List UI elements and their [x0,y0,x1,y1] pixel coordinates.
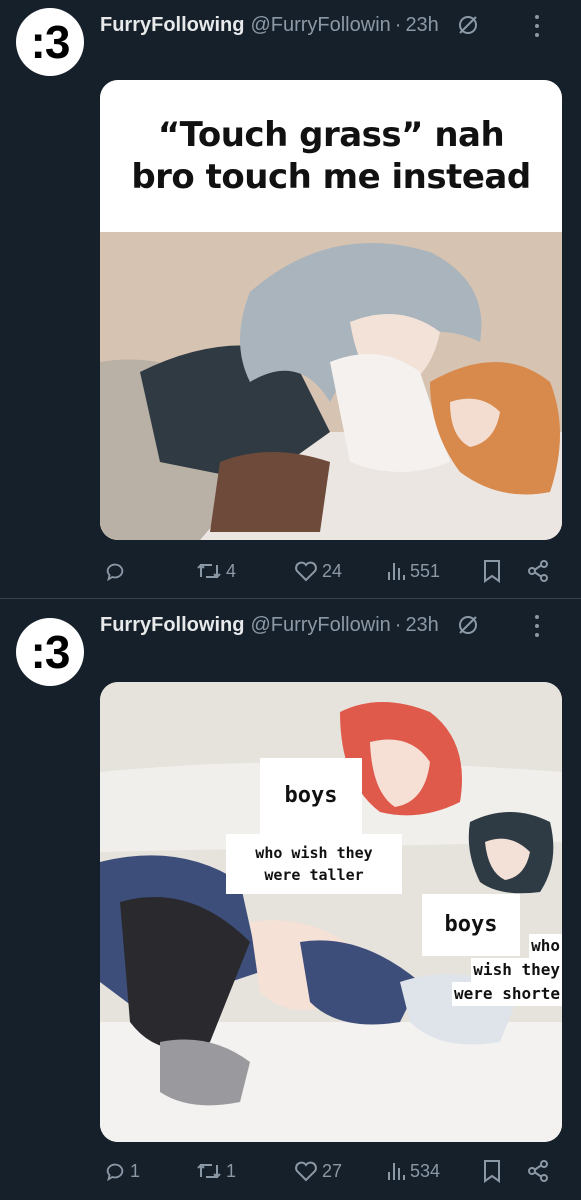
retweet-button[interactable]: 1 [196,1160,236,1182]
tweet-header: FurryFollowing @FurryFollowin · 23h [100,12,565,38]
bookmark-button[interactable] [482,1159,502,1183]
bookmark-icon [484,560,500,583]
display-name[interactable]: FurryFollowing [100,614,244,637]
meme-label-line: were taller [264,866,364,884]
tweet-actions: 4 24 551 [100,556,565,586]
meme-label: boys [260,758,362,834]
meme-illustration [100,232,562,540]
heart-icon [295,1161,317,1182]
avatar[interactable]: :3 [16,618,84,686]
share-icon [528,1160,548,1182]
tweet-header: FurryFollowing @FurryFollowin · 23h [100,612,565,638]
display-name[interactable]: FurryFollowing [100,14,244,37]
reply-icon [106,1163,124,1182]
retweet-count: 4 [226,560,237,581]
bookmark-icon [484,1160,500,1183]
grok-icon[interactable] [455,12,481,38]
tweet[interactable]: :3 FurryFollowing @FurryFollowin · 23h “… [0,0,581,598]
tweet-media[interactable]: “Touch grass” nah bro touch me instead [100,80,562,540]
tweet[interactable]: :3 FurryFollowing @FurryFollowin · 23h b… [0,600,581,1200]
like-button[interactable]: 24 [294,560,342,582]
meme-label-line: who wish they [255,844,373,862]
reply-count: 1 [130,1160,141,1181]
meme-caption-line: bro touch me instead [131,157,531,197]
tweet-divider [0,598,581,599]
separator: · [394,13,402,36]
meme-label-line: were shorte [452,982,562,1006]
timestamp[interactable]: 23h [405,614,438,637]
bookmark-button[interactable] [482,559,502,583]
retweet-icon [197,1163,221,1179]
handle[interactable]: @FurryFollowin [250,614,390,637]
heart-icon [295,561,317,582]
share-button[interactable] [526,1159,550,1183]
tweet-media[interactable]: boys who wish they were taller boys who … [100,682,562,1142]
meme-label-line: who [529,934,562,958]
avatar[interactable]: :3 [16,8,84,76]
retweet-count: 1 [226,1160,237,1181]
retweet-button[interactable]: 4 [196,560,236,582]
meme-caption: “Touch grass” nah bro touch me instead [100,80,562,232]
like-count: 24 [322,560,343,581]
reply-button[interactable]: 1 [104,1160,140,1182]
like-button[interactable]: 27 [294,1160,342,1182]
share-button[interactable] [526,559,550,583]
meme-label-line: wish they [471,958,562,982]
more-icon[interactable] [531,12,543,40]
handle[interactable]: @FurryFollowin [250,14,390,37]
timestamp[interactable]: 23h [405,14,438,37]
meme-label: who wish they were taller [226,834,402,894]
grok-icon[interactable] [455,612,481,638]
view-count: 534 [410,1160,441,1181]
more-icon[interactable] [531,612,543,640]
views-button[interactable]: 551 [386,560,440,582]
views-icon [388,563,405,580]
views-icon [388,1163,405,1180]
tweet-actions: 1 1 27 534 [100,1156,565,1186]
view-count: 551 [410,560,441,581]
share-icon [528,560,548,582]
separator: · [394,613,402,636]
reply-button[interactable] [104,560,130,582]
reply-icon [106,563,124,582]
views-button[interactable]: 534 [386,1160,440,1182]
like-count: 27 [322,1160,343,1181]
meme-label-block: who wish they were shorte [416,934,562,1010]
retweet-icon [197,563,221,579]
meme-caption-line: “Touch grass” nah [157,115,505,155]
